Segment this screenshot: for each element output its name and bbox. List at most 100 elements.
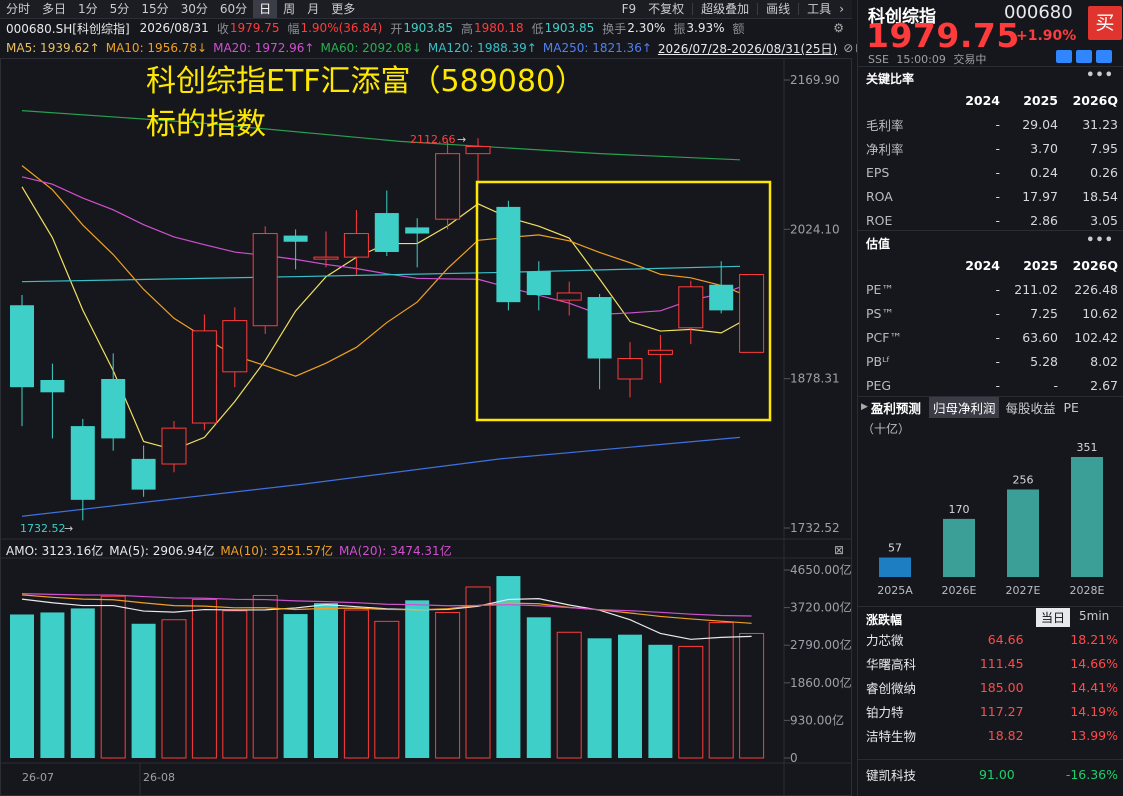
table-row[interactable]: ROE - 2.86 3.05: [866, 208, 1118, 232]
table-row[interactable]: PEG - - 2.67: [866, 373, 1118, 397]
tab-forecast[interactable]: 盈利预测: [871, 398, 921, 417]
table-cell: 17.97: [1022, 188, 1058, 204]
tab-30min[interactable]: 30分: [175, 0, 214, 18]
tab-multiday[interactable]: 多日: [36, 0, 72, 18]
divider: [858, 606, 1123, 607]
table-row[interactable]: PE™ -211.02 226.48: [866, 277, 1118, 301]
table-cell: -: [995, 188, 1000, 204]
table-row[interactable]: 力芯微 64.66 18.21%: [866, 627, 1118, 651]
table-cell: 91.00: [978, 766, 1015, 782]
tab-5min[interactable]: 5min: [1074, 608, 1114, 627]
table-cell: 185.00: [979, 679, 1024, 695]
table-cell: 3.70: [1030, 140, 1058, 156]
table-cell: 7.95: [1090, 140, 1118, 156]
tab-eps[interactable]: 每股收益: [1005, 398, 1055, 417]
forecast-label: 2026E: [942, 584, 977, 597]
table-row[interactable]: PBᴸᶠ - 5.28 8.02: [866, 349, 1118, 373]
tab-net-profit[interactable]: 归母净利润: [928, 396, 1000, 418]
table-cell: -: [1053, 377, 1058, 393]
header-cell: 2026Q: [1072, 257, 1118, 273]
tab-60min[interactable]: 60分: [214, 0, 253, 18]
table-cell: 64.66: [987, 631, 1024, 647]
tab-week[interactable]: 周: [277, 0, 301, 18]
header-cell: [866, 253, 940, 277]
candle-body-up: [161, 427, 187, 465]
table-cell: 14.66%: [1070, 655, 1118, 671]
amplitude-label: 振: [673, 21, 686, 36]
table-row[interactable]: 华曙高科 111.45 14.66%: [866, 651, 1118, 675]
table-cell: 2.86: [1030, 212, 1058, 228]
table-row[interactable]: 洁特生物 18.82 13.99%: [866, 723, 1118, 747]
kline-chart[interactable]: 2169.90 2024.10 1878.31 1732.52 4650.00亿 3720…: [0, 58, 852, 796]
valuation-more-icon[interactable]: •••: [1086, 233, 1114, 248]
table-cell: -: [995, 281, 1000, 297]
table-row[interactable]: ROA - 17.97 18.54: [866, 184, 1118, 208]
tab-1min[interactable]: 1分: [72, 0, 104, 18]
price-axis-label: 2024.10: [790, 222, 840, 236]
volume-bar-up: [465, 586, 491, 759]
table-cell: 2.67: [1090, 377, 1118, 393]
amo-legend: AMO: 3123.16亿 MA(5): 2906.94亿 MA(10): 32…: [0, 541, 852, 559]
forecast-bar: [879, 557, 911, 577]
tab-month[interactable]: 月: [301, 0, 325, 18]
volume-axis-label: 2790.00亿: [790, 637, 852, 652]
divider: [858, 759, 1123, 760]
table-row[interactable]: 毛利率 - 29.04 31.23: [866, 112, 1118, 136]
exchange-line: SSE 15:00:09 交易中: [868, 51, 986, 67]
table-row[interactable]: 睿创微纳 185.00 14.41%: [866, 675, 1118, 699]
amo-ma10: MA(10): 3251.57亿: [220, 543, 334, 558]
table-header-row: 2024 2025 2026Q: [866, 253, 1118, 277]
table-row[interactable]: PCF™ - 63.60 102.42: [866, 325, 1118, 349]
menu-icon[interactable]: [1096, 50, 1112, 63]
buy-button[interactable]: 买: [1088, 6, 1122, 40]
ratios-more-icon[interactable]: •••: [1086, 68, 1114, 83]
chevron-right-icon[interactable]: ›: [837, 0, 846, 18]
ma250-line: [21, 436, 741, 517]
volume-axis-label: 1860.00亿: [790, 675, 852, 690]
open-value: 1903.85: [403, 21, 453, 35]
tab-today[interactable]: 当日: [1036, 608, 1071, 627]
table-cell: 111.45: [979, 655, 1024, 671]
no-entry-icon[interactable]: ⊘: [843, 41, 853, 55]
divider: [858, 230, 1123, 231]
layout-icon[interactable]: [1056, 50, 1072, 63]
table-cell: 0.24: [1030, 164, 1058, 180]
tab-5min[interactable]: 5分: [104, 0, 136, 18]
table-row[interactable]: 铂力特 117.27 14.19%: [866, 699, 1118, 723]
volume-bar-up: [252, 594, 278, 759]
toolbar-right: F9 不复权 超级叠加 画线 工具 ›: [616, 0, 846, 18]
tab-more[interactable]: 更多: [325, 0, 361, 18]
no-adjust-button[interactable]: 不复权: [642, 0, 690, 18]
table-row[interactable]: 键凯科技 91.00 -16.36%: [866, 762, 1118, 786]
table-cell: 洁特生物: [866, 728, 917, 744]
table-cell: 18.82: [987, 727, 1024, 743]
close-icon[interactable]: ⊠: [834, 543, 844, 557]
settings-gear-icon[interactable]: ⚙: [833, 21, 844, 35]
amplitude-value: 3.93%: [686, 21, 725, 35]
candle-body-up: [313, 256, 339, 260]
volume-bar-down: [587, 638, 612, 758]
bell-icon[interactable]: [1076, 50, 1092, 63]
table-cell: 0.26: [1090, 164, 1118, 180]
tab-intraday[interactable]: 分时: [0, 0, 36, 18]
draw-line-button[interactable]: 画线: [760, 0, 796, 18]
f9-button[interactable]: F9: [616, 0, 643, 18]
tab-pe[interactable]: PE: [1063, 400, 1078, 415]
tab-day[interactable]: 日: [253, 0, 278, 18]
candle-body-down: [70, 426, 95, 500]
volume-bar-up: [374, 620, 400, 759]
volume-bar-down: [314, 603, 338, 758]
ma60-line: [21, 110, 741, 161]
turnover-label: 换手: [602, 21, 627, 36]
tools-button[interactable]: 工具: [801, 0, 837, 18]
super-overlay-button[interactable]: 超级叠加: [695, 0, 755, 18]
table-row[interactable]: 净利率 - 3.70 7.95: [866, 136, 1118, 160]
table-row[interactable]: EPS - 0.24 0.26: [866, 160, 1118, 184]
table-cell: PBᴸᶠ: [866, 353, 891, 369]
table-cell: -: [995, 164, 1000, 180]
volume-bar-up: [435, 611, 461, 759]
tab-15min[interactable]: 15分: [135, 0, 174, 18]
x-label-aug: 26-08: [143, 771, 175, 784]
table-row[interactable]: PS™ - 7.25 10.62: [866, 301, 1118, 325]
candle-body-down: [40, 380, 65, 393]
